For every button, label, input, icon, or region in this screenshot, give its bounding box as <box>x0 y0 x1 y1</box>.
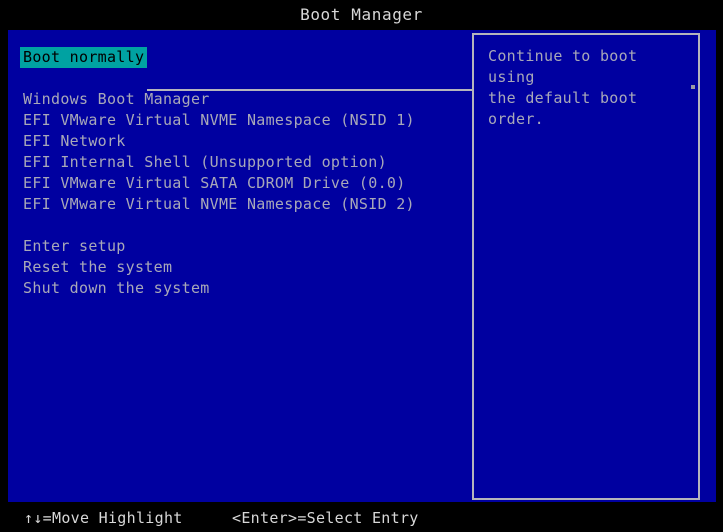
boot-menu-item-label: EFI VMware Virtual NVME Namespace (NSID … <box>20 194 418 215</box>
boot-menu-item-label: EFI Internal Shell (Unsupported option) <box>20 152 390 173</box>
status-hint-move-highlight: ↑↓=Move Highlight <box>24 508 183 529</box>
page-title: Boot Manager <box>0 5 723 24</box>
boot-menu-item[interactable]: EFI VMware Virtual SATA CDROM Drive (0.0… <box>20 173 460 194</box>
boot-menu-item[interactable]: EFI Network <box>20 131 460 152</box>
boot-menu-item[interactable]: Enter setup <box>20 236 460 257</box>
boot-menu-item-label: EFI VMware Virtual SATA CDROM Drive (0.0… <box>20 173 409 194</box>
boot-menu-item-label: Shut down the system <box>20 278 213 299</box>
boot-manager-screen: Boot Manager Boot normally Windows Boot M… <box>0 0 723 532</box>
boot-menu-list: Boot normallyWindows Boot ManagerEFI VMw… <box>20 47 460 299</box>
boot-menu-item[interactable]: Shut down the system <box>20 278 460 299</box>
boot-menu-item-label: Boot normally <box>20 47 147 68</box>
boot-menu-item[interactable]: EFI VMware Virtual NVME Namespace (NSID … <box>20 110 460 131</box>
title-bar: Boot Manager <box>0 0 723 30</box>
main-panel: Boot normallyWindows Boot ManagerEFI VMw… <box>8 30 716 502</box>
status-hint-select-entry: <Enter>=Select Entry <box>232 508 419 529</box>
selection-connector-line <box>147 89 472 91</box>
boot-menu-item-label: EFI VMware Virtual NVME Namespace (NSID … <box>20 110 418 131</box>
boot-menu-item[interactable]: Windows Boot Manager <box>20 89 460 110</box>
help-panel: Continue to boot using the default boot … <box>472 33 700 500</box>
boot-menu-item[interactable]: EFI VMware Virtual NVME Namespace (NSID … <box>20 194 460 215</box>
boot-menu-item[interactable]: EFI Internal Shell (Unsupported option) <box>20 152 460 173</box>
boot-menu-spacer <box>20 215 460 236</box>
boot-menu-item[interactable]: Reset the system <box>20 257 460 278</box>
help-scroll-marker-icon <box>691 85 695 89</box>
boot-menu-item-label: Enter setup <box>20 236 129 257</box>
boot-menu-item-label: Windows Boot Manager <box>20 89 213 110</box>
status-bar: ↑↓=Move Highlight <Enter>=Select Entry <box>0 502 723 532</box>
boot-menu-item-label: Reset the system <box>20 257 175 278</box>
boot-menu-item[interactable]: Boot normally <box>20 47 460 68</box>
boot-menu-spacer <box>20 68 460 89</box>
help-panel-text: Continue to boot using the default boot … <box>488 46 688 130</box>
boot-menu-item-label: EFI Network <box>20 131 129 152</box>
